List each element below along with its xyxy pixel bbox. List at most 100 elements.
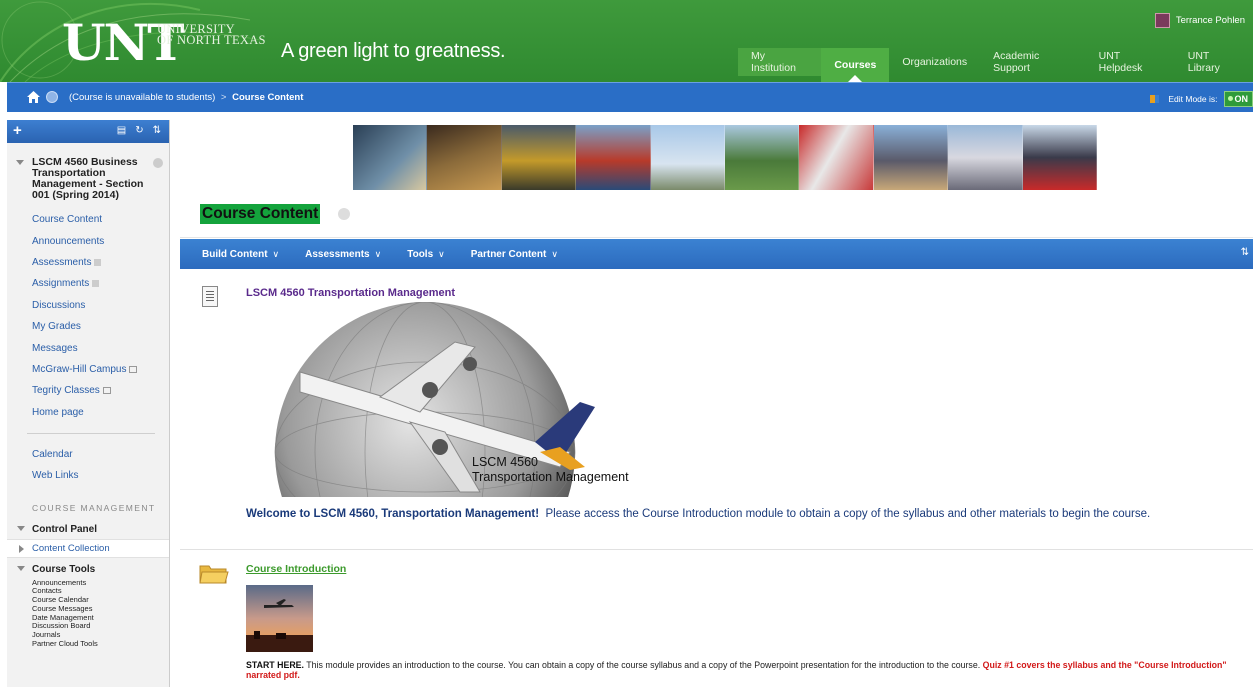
chevron-down-icon: ∨	[551, 248, 558, 259]
course-title-text: LSCM 4560 Business Transportation Manage…	[32, 156, 144, 201]
banner-tile-port	[873, 125, 949, 190]
course-tools-toggle[interactable]: Course Tools	[7, 560, 169, 579]
folder-icon	[199, 565, 229, 584]
chevron-down-icon: ∨	[374, 248, 382, 259]
site-header: UNT UNIVERSITY OF NORTH TEXAS A green li…	[0, 0, 1253, 82]
tools-menu[interactable]: Tools ∨	[407, 249, 445, 260]
sidebar-item-home-page[interactable]: Home page	[7, 402, 169, 423]
collapse-chevron-icon[interactable]	[16, 160, 24, 165]
chevron-down-icon	[17, 565, 25, 571]
sidebar-toolbar: + ▤ ↻ ⇅	[7, 120, 169, 143]
sidebar-item-label: Web Links	[32, 470, 79, 482]
folder-view-icon[interactable]: ▤	[117, 125, 126, 136]
avatar	[1154, 12, 1170, 28]
page-options-icon[interactable]	[338, 208, 350, 220]
course-title[interactable]: LSCM 4560 Business Transportation Manage…	[7, 143, 169, 205]
sidebar-item-discussions[interactable]: Discussions	[7, 295, 169, 316]
banner-tile-airplane	[650, 125, 726, 190]
sidebar-item-label: Assignments	[32, 278, 90, 290]
add-menu-item-button[interactable]: +	[13, 122, 22, 139]
refresh-icon[interactable]: ↻	[135, 125, 143, 136]
breadcrumb: (Course is unavailable to students) > Co…	[7, 82, 1253, 112]
chevron-down-icon: ∨	[272, 248, 280, 259]
empty-page-icon	[92, 280, 100, 288]
chevron-down-icon: ∨	[438, 248, 445, 259]
home-icon[interactable]	[27, 91, 40, 103]
sidebar-divider	[27, 432, 155, 434]
image-caption-line2: Transportation Management	[472, 470, 629, 484]
sidebar-item-calendar[interactable]: Calendar	[7, 444, 169, 465]
tab-courses[interactable]: Courses	[821, 48, 890, 82]
sidebar-item-assignments[interactable]: Assignments	[7, 273, 169, 294]
tab-my-institution[interactable]: My Institution	[738, 48, 822, 76]
sidebar-item-label: McGraw-Hill Campus	[32, 363, 127, 375]
image-caption: LSCM 4560 Transportation Management	[472, 455, 629, 485]
sidebar-item-my-grades[interactable]: My Grades	[7, 316, 169, 337]
content-item-title[interactable]: LSCM 4560 Transportation Management	[246, 287, 455, 299]
user-name[interactable]: Terrance Pohlen	[1176, 15, 1245, 26]
tab-unt-helpdesk[interactable]: UNT Helpdesk	[1086, 48, 1175, 76]
course-management-heading: COURSE MANAGEMENT	[32, 502, 156, 513]
help-flag-icon[interactable]	[1148, 92, 1162, 106]
airplane-sunset-thumbnail	[246, 585, 313, 652]
chevron-right-icon	[19, 544, 24, 553]
external-link-icon	[102, 387, 111, 395]
sidebar-item-label: Calendar	[32, 449, 73, 461]
external-link-icon	[129, 365, 138, 373]
sidebar-item-label: Course Content	[32, 214, 103, 226]
university-line2: OF NORTH TEXAS	[157, 33, 266, 47]
sidebar-item-tegrity[interactable]: Tegrity Classes	[7, 380, 169, 401]
breadcrumb-menu-icon[interactable]	[46, 91, 58, 103]
assessments-menu[interactable]: Assessments ∨	[305, 249, 381, 260]
transportation-banner-image	[353, 125, 1097, 190]
page-title: Course Content	[200, 204, 321, 224]
breadcrumb-trail: (Course is unavailable to students) > Co…	[69, 92, 303, 103]
start-here-label: START HERE.	[246, 660, 304, 670]
course-tools-list: Announcements Contacts Course Calendar C…	[7, 578, 169, 649]
reorder-icon[interactable]: ⇅	[153, 125, 161, 136]
edit-mode-label: Edit Mode is:	[1168, 94, 1218, 104]
content-collection-label: Content Collection	[32, 542, 110, 554]
page-title-bar: Course Content	[180, 192, 1253, 238]
blackboard-course-page: UNT UNIVERSITY OF NORTH TEXAS A green li…	[0, 0, 1253, 687]
empty-page-icon	[94, 258, 102, 266]
content-folder-title[interactable]: Course Introduction	[246, 563, 346, 575]
user-menu[interactable]: Terrance Pohlen	[1154, 10, 1245, 30]
sidebar-item-course-content[interactable]: Course Content	[7, 209, 169, 230]
reorder-icon[interactable]: ⇅	[1241, 247, 1249, 258]
content-action-bar: Build Content ∨ Assessments ∨ Tools ∨ Partn…	[180, 239, 1253, 269]
sidebar-item-label: Announcements	[32, 235, 105, 247]
sidebar-item-announcements[interactable]: Announcements	[7, 230, 169, 251]
content-collection-item[interactable]: Content Collection	[7, 538, 169, 558]
breadcrumb-course[interactable]: (Course is unavailable to students)	[69, 92, 215, 103]
tagline: A green light to greatness.	[281, 40, 506, 62]
edit-mode-toggle[interactable]: ON	[1223, 91, 1253, 107]
banner-tile-ship	[948, 125, 1023, 190]
control-panel-label: Control Panel	[32, 523, 98, 535]
tab-unt-library[interactable]: UNT Library	[1175, 48, 1253, 76]
banner-tile-containers	[1022, 125, 1097, 190]
partner-content-menu[interactable]: Partner Content ∨	[471, 249, 558, 260]
description-text: This module provides an introduction to …	[306, 660, 981, 670]
banner-tile-locomotive	[501, 125, 577, 190]
control-panel-toggle[interactable]: Control Panel	[7, 520, 169, 539]
welcome-text: Please access the Course Introduction mo…	[545, 508, 1151, 520]
tab-academic-support[interactable]: Academic Support	[980, 48, 1086, 76]
welcome-bold: Welcome to LSCM 4560, Transportation Man…	[246, 508, 540, 520]
course-menu-icon[interactable]	[153, 158, 163, 168]
sidebar-item-mcgraw-hill[interactable]: McGraw-Hill Campus	[7, 359, 169, 380]
image-caption-line1: LSCM 4560	[472, 455, 539, 469]
banner-tile-trucks	[799, 125, 874, 190]
course-menu-sidebar: + ▤ ↻ ⇅ LSCM 4560 Business Transportatio…	[7, 120, 170, 687]
sidebar-item-label: My Grades	[32, 321, 81, 333]
sidebar-item-web-links[interactable]: Web Links	[7, 465, 169, 486]
sidebar-item-messages[interactable]: Messages	[7, 337, 169, 358]
main-tabs: My Institution Courses Organizations Aca…	[738, 48, 1253, 82]
chevron-down-icon	[17, 525, 25, 531]
banner-tile-pipeline	[725, 125, 800, 190]
tab-organizations[interactable]: Organizations	[889, 48, 980, 76]
course-tools-item-partner-cloud-tools[interactable]: Partner Cloud Tools	[7, 639, 169, 649]
build-content-menu[interactable]: Build Content ∨	[202, 249, 279, 260]
sidebar-item-assessments[interactable]: Assessments	[7, 252, 169, 273]
university-name: UNIVERSITY OF NORTH TEXAS	[157, 23, 266, 47]
